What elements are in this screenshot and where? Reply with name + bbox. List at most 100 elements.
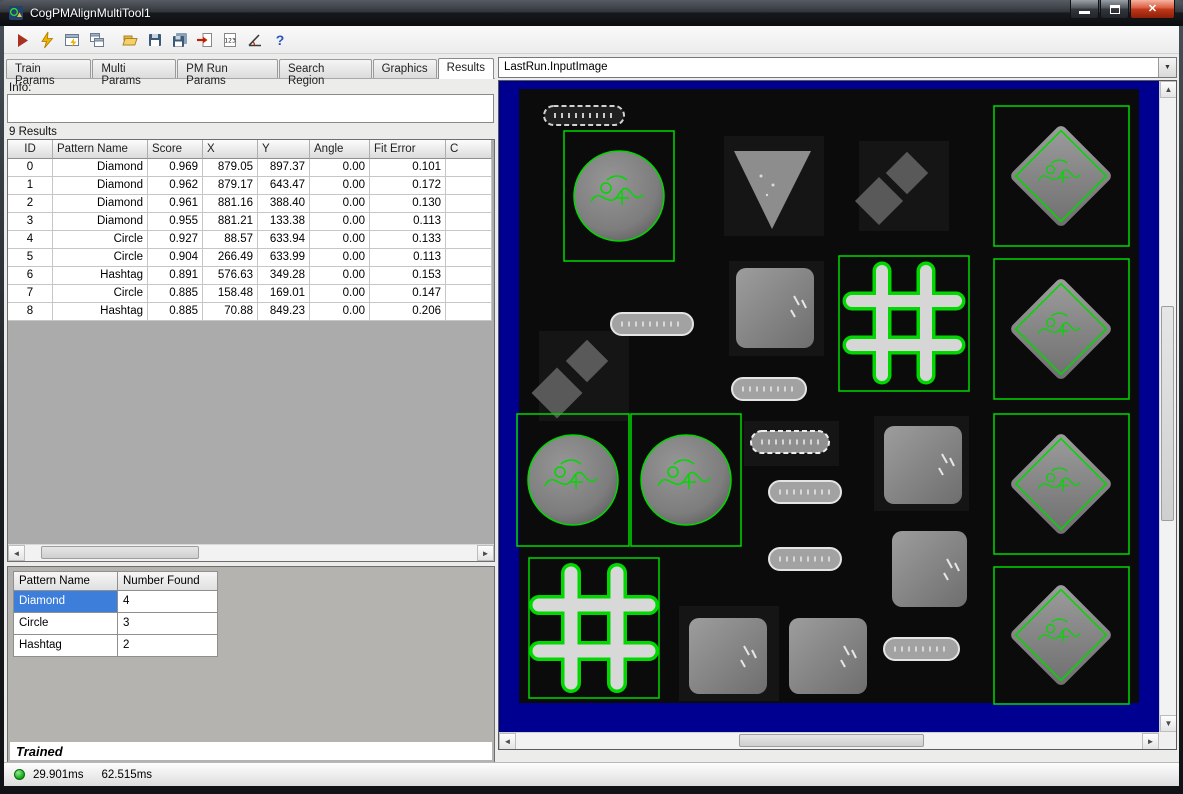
run-icon: [13, 31, 31, 49]
tab-graphics[interactable]: Graphics: [373, 59, 437, 78]
table-cell: Diamond: [53, 195, 148, 213]
table-cell: 633.94: [258, 231, 310, 249]
table-cell: 576.63: [203, 267, 258, 285]
table-row[interactable]: 8Hashtag0.88570.88849.230.000.206: [8, 303, 494, 321]
table-cell: 8: [8, 303, 53, 321]
table-cell: 0.00: [310, 249, 370, 267]
help-button[interactable]: ?: [268, 28, 292, 52]
scroll-left-arrow[interactable]: ◄: [499, 733, 516, 750]
results-column-header[interactable]: Score: [148, 140, 203, 159]
table-cell: Circle: [53, 231, 148, 249]
scroll-right-arrow[interactable]: ►: [477, 545, 494, 561]
results-column-header[interactable]: ID: [8, 140, 53, 159]
list-item[interactable]: Circle3: [13, 613, 218, 635]
scroll-right-arrow[interactable]: ►: [1142, 733, 1159, 750]
tab-results[interactable]: Results: [438, 58, 494, 79]
save-file-button[interactable]: [143, 28, 167, 52]
table-row[interactable]: 4Circle0.92788.57633.940.000.133: [8, 231, 494, 249]
table-cell: 6: [8, 267, 53, 285]
caption-buttons: ✕: [1069, 0, 1175, 19]
trained-strip: Trained: [10, 742, 492, 760]
title-bar[interactable]: CogPMAlignMultiTool1 ✕: [0, 0, 1183, 26]
lightning-run-button[interactable]: [35, 28, 59, 52]
numeric-format-button[interactable]: 123: [218, 28, 242, 52]
table-row[interactable]: 0Diamond0.969879.05897.370.000.101: [8, 159, 494, 177]
table-cell: 0.885: [148, 303, 203, 321]
run-status-icon: [14, 769, 25, 780]
chevron-down-icon[interactable]: ▼: [1158, 58, 1176, 77]
list-item[interactable]: Diamond4: [13, 591, 218, 613]
table-cell: 0.206: [370, 303, 446, 321]
results-column-header[interactable]: Y: [258, 140, 310, 159]
angle-units-icon: [246, 31, 264, 49]
new-tool-window-button[interactable]: [85, 28, 109, 52]
table-cell: 0.891: [148, 267, 203, 285]
table-cell: 4: [8, 231, 53, 249]
angle-units-button[interactable]: [243, 28, 267, 52]
summary-column-header[interactable]: Number Found: [118, 571, 218, 591]
total-time: 62.515ms: [102, 769, 153, 781]
svg-text:?: ?: [276, 32, 285, 48]
hscroll-thumb[interactable]: [41, 546, 199, 559]
table-cell: 0.113: [370, 213, 446, 231]
save-group-button[interactable]: [168, 28, 192, 52]
tab-search-region[interactable]: Search Region: [279, 59, 372, 78]
table-cell: Diamond: [53, 159, 148, 177]
open-file-icon: [121, 31, 139, 49]
results-column-header[interactable]: Fit Error: [370, 140, 446, 159]
trained-label: Trained: [16, 744, 63, 759]
results-column-header[interactable]: Angle: [310, 140, 370, 159]
table-cell: 0.969: [148, 159, 203, 177]
save-file-icon: [146, 31, 164, 49]
table-cell: 0.113: [370, 249, 446, 267]
table-row[interactable]: 3Diamond0.955881.21133.380.000.113: [8, 213, 494, 231]
table-cell: 88.57: [203, 231, 258, 249]
table-cell: 0.00: [310, 177, 370, 195]
summary-cell: Diamond: [13, 591, 118, 613]
table-cell: 7: [8, 285, 53, 303]
results-column-header[interactable]: X: [203, 140, 258, 159]
window-title: CogPMAlignMultiTool1: [30, 6, 151, 20]
run-tool-window-button[interactable]: [60, 28, 84, 52]
table-cell: [446, 267, 492, 285]
hscroll-track: [25, 545, 477, 561]
summary-cell: 3: [118, 613, 218, 635]
results-body: 0Diamond0.969879.05897.370.000.1011Diamo…: [8, 159, 494, 321]
tab-pm-run-params[interactable]: PM Run Params: [177, 59, 278, 78]
run-button[interactable]: [10, 28, 34, 52]
hscroll-thumb[interactable]: [739, 734, 924, 747]
maximize-button[interactable]: [1100, 0, 1129, 19]
image-selector-combobox[interactable]: LastRun.InputImage ▼: [498, 57, 1177, 78]
summary-column-header[interactable]: Pattern Name: [13, 571, 118, 591]
results-column-header[interactable]: Pattern Name: [53, 140, 148, 159]
minimize-button[interactable]: [1070, 0, 1099, 19]
table-cell: 643.47: [258, 177, 310, 195]
results-count-label: 9 Results: [9, 126, 57, 138]
image-selector-value: LastRun.InputImage: [499, 58, 1158, 77]
table-cell: 881.21: [203, 213, 258, 231]
vscroll-thumb[interactable]: [1161, 306, 1174, 521]
results-column-header[interactable]: C: [446, 140, 492, 159]
image-viewer[interactable]: ▲ ▼ ◄ ►: [498, 80, 1177, 750]
scroll-up-arrow[interactable]: ▲: [1160, 81, 1177, 98]
table-cell: 169.01: [258, 285, 310, 303]
scroll-left-arrow[interactable]: ◄: [8, 545, 25, 561]
table-row[interactable]: 5Circle0.904266.49633.990.000.113: [8, 249, 494, 267]
list-item[interactable]: Hashtag2: [13, 635, 218, 657]
table-row[interactable]: 1Diamond0.962879.17643.470.000.172: [8, 177, 494, 195]
tab-multi-params[interactable]: Multi Params: [92, 59, 176, 78]
scroll-down-arrow[interactable]: ▼: [1160, 715, 1177, 732]
table-cell: 0.00: [310, 195, 370, 213]
open-file-button[interactable]: [118, 28, 142, 52]
run-tool-window-icon: [63, 31, 81, 49]
table-row[interactable]: 2Diamond0.961881.16388.400.000.130: [8, 195, 494, 213]
table-cell: 0.961: [148, 195, 203, 213]
tab-train-params[interactable]: Train Params: [6, 59, 91, 78]
summary-body: Diamond4Circle3Hashtag2: [13, 591, 218, 657]
table-row[interactable]: 7Circle0.885158.48169.010.000.147: [8, 285, 494, 303]
table-cell: Hashtag: [53, 303, 148, 321]
table-row[interactable]: 6Hashtag0.891576.63349.280.000.153: [8, 267, 494, 285]
import-tool-button[interactable]: [193, 28, 217, 52]
svg-text:123: 123: [224, 36, 236, 44]
close-button[interactable]: ✕: [1130, 0, 1175, 19]
